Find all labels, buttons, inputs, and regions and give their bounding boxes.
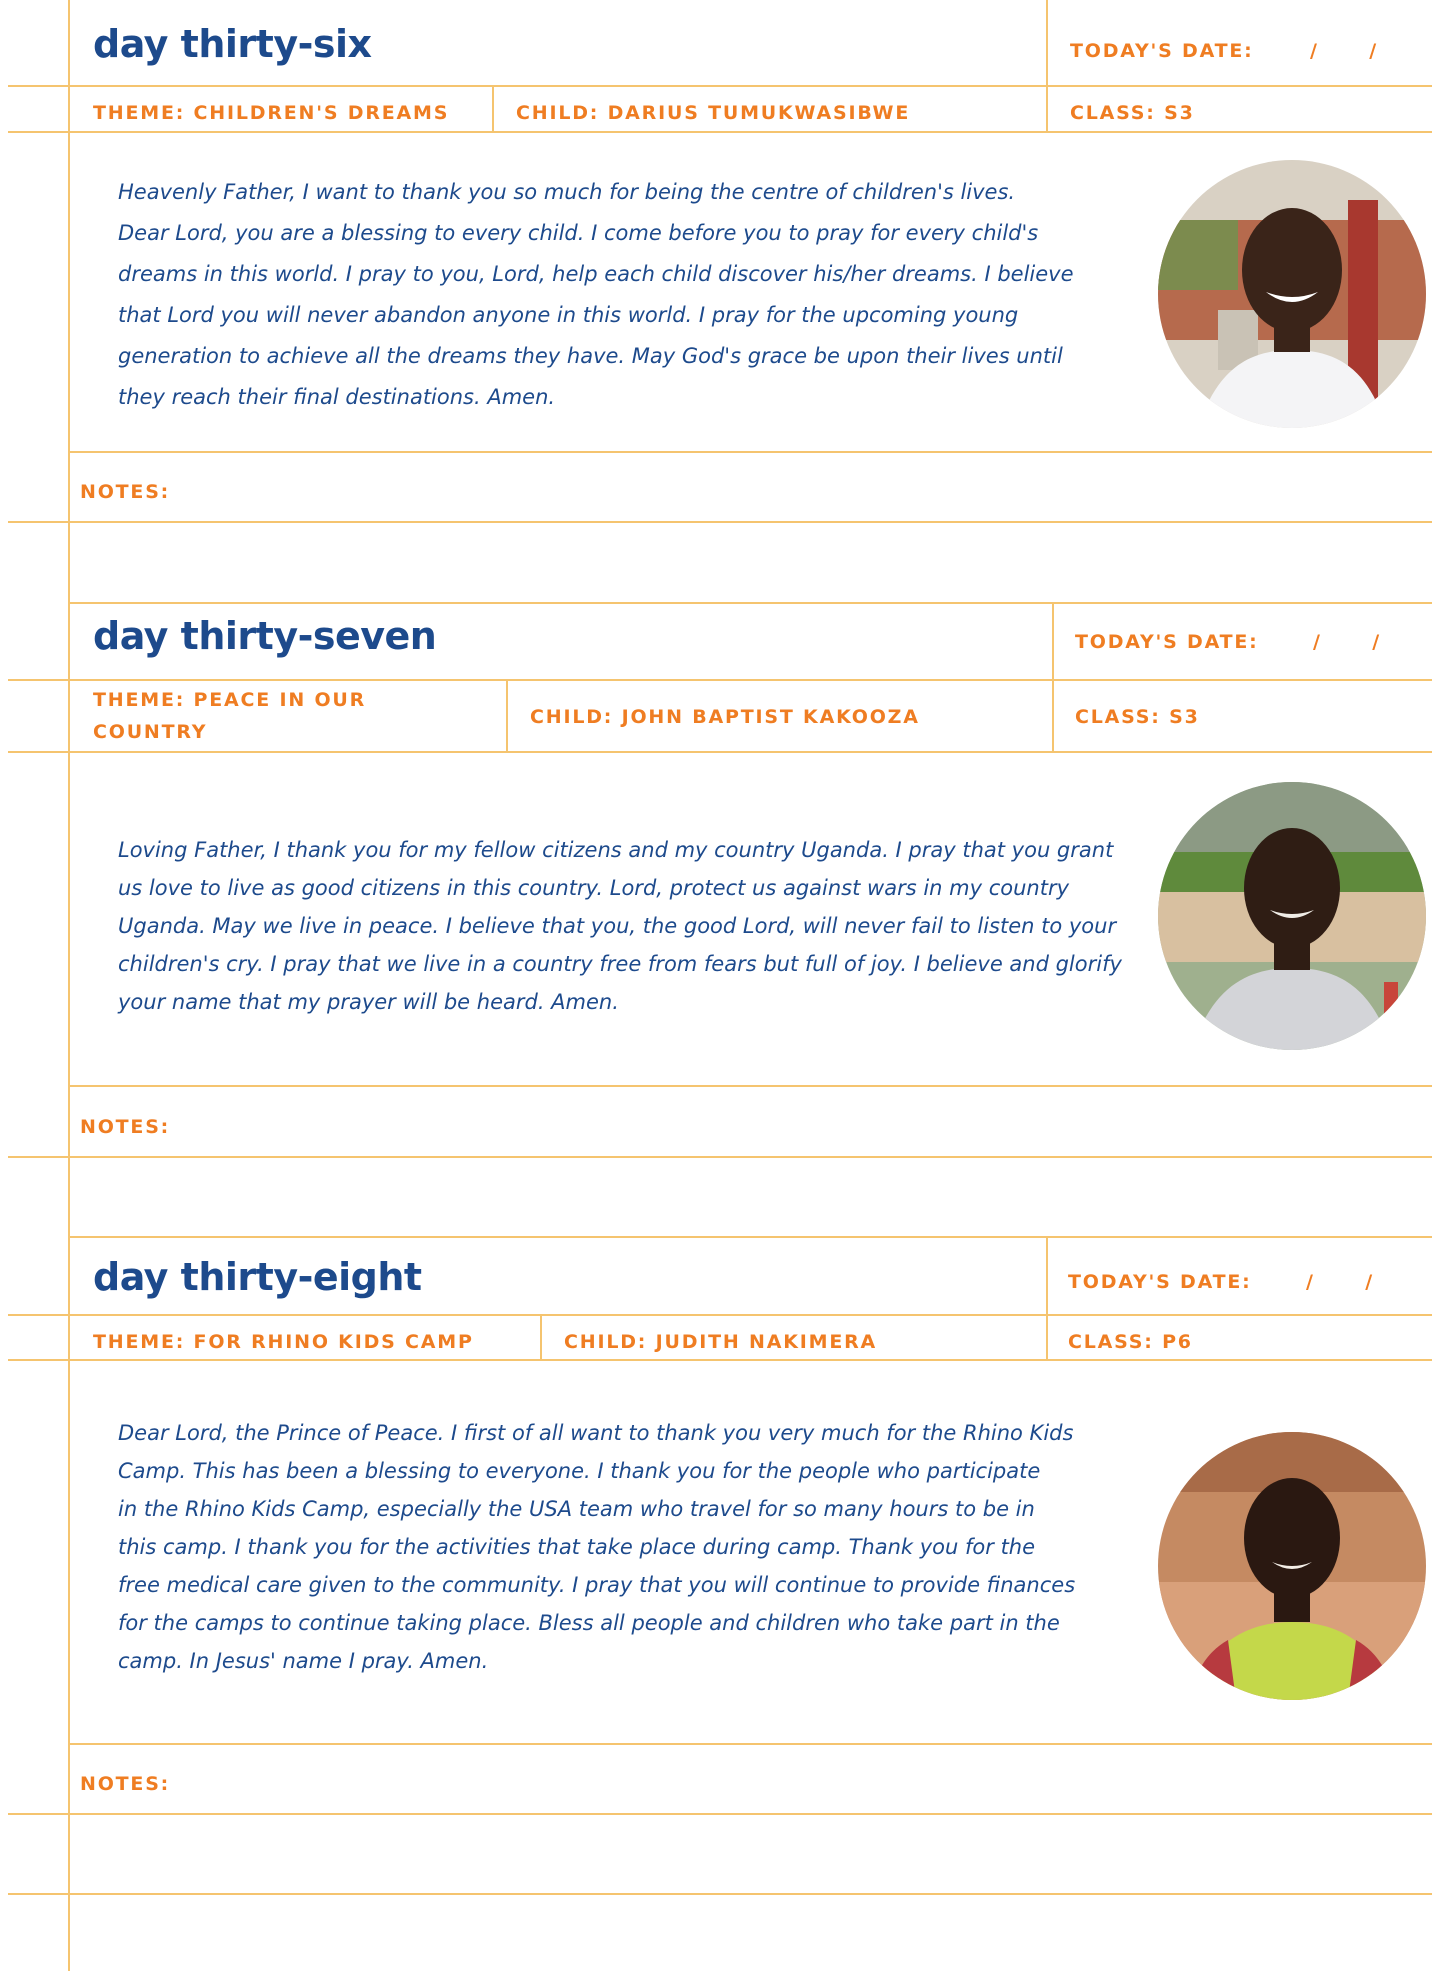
notes-rule [8,521,1432,523]
notes-top-rule [68,1085,1432,1087]
prayer-line: this camp. I thank you for the activitie… [118,1535,1036,1559]
theme-divider [540,1315,542,1360]
child-label: CHILD: JOHN BAPTIST KAKOOZA [530,706,920,728]
theme-divider [492,86,494,132]
prayer-line: Dear Lord, you are a blessing to every c… [118,221,1039,245]
prayer-line: dreams in this world. I pray to you, Lor… [118,262,1074,286]
header-rule [8,679,1432,681]
prayer-line: us love to live as good citizens in this… [118,876,1070,900]
prayer-line: for the camps to continue taking place. … [118,1611,1060,1635]
notes-label: NOTES: [80,1773,171,1795]
class-label: CLASS: S3 [1075,706,1200,728]
date-slashes: / / [1310,40,1378,62]
prayer-line: Dear Lord, the Prince of Peace. I first … [118,1421,1074,1445]
date-label: TODAY'S DATE: [1075,631,1259,653]
meta-rule [8,751,1432,753]
section-end-rule [68,1236,1432,1238]
theme-label: THEME: FOR RHINO KIDS CAMP [93,1331,474,1353]
prayer-line: Heavenly Father, I want to thank you so … [118,180,1016,204]
notes-label: NOTES: [80,1116,171,1138]
class-label: CLASS: S3 [1070,102,1195,124]
child-photo [1158,1432,1426,1700]
prayer-line: camp. In Jesus' name I pray. Amen. [118,1649,489,1673]
header-divider [1052,604,1054,752]
theme-label: THEME: CHILDREN'S DREAMS [93,102,450,124]
meta-rule [8,131,1432,133]
prayer-line: Uganda. May we live in peace. I believe … [118,914,1117,938]
prayer-line: Loving Father, I thank you for my fellow… [118,838,1114,862]
prayer-line: your name that my prayer will be heard. … [118,990,619,1014]
header-rule [8,85,1432,87]
date-slashes: / / [1306,1271,1374,1293]
bottom-rule [8,1893,1432,1895]
entry-title: day thirty-six [93,22,372,66]
date-label: TODAY'S DATE: [1070,40,1254,62]
header-divider [1046,1238,1048,1360]
notes-rule [8,1813,1432,1815]
prayer-line: that Lord you will never abandon anyone … [118,303,1019,327]
notes-top-rule [68,1743,1432,1745]
prayer-line: generation to achieve all the dreams the… [118,344,1063,368]
theme-divider [506,680,508,752]
notes-label: NOTES: [80,481,171,503]
child-label: CHILD: DARIUS TUMUKWASIBWE [516,102,911,124]
prayer-line: they reach their final destinations. Ame… [118,385,556,409]
header-divider [1046,0,1048,132]
header-rule [8,1314,1432,1316]
prayer-line: children's cry. I pray that we live in a… [118,952,1122,976]
section-end-rule [68,602,1432,604]
meta-rule [8,1359,1432,1361]
date-slashes: / / [1313,631,1381,653]
child-photo [1158,160,1426,428]
left-margin-rule [68,0,70,1971]
prayer-line: Camp. This has been a blessing to everyo… [118,1459,1041,1483]
class-label: CLASS: P6 [1068,1331,1193,1353]
child-photo [1158,782,1426,1050]
notes-top-rule [68,451,1432,453]
entry-title: day thirty-eight [93,1255,422,1299]
notes-rule [8,1156,1432,1158]
child-label: CHILD: JUDITH NAKIMERA [564,1331,878,1353]
date-label: TODAY'S DATE: [1068,1271,1252,1293]
entry-title: day thirty-seven [93,614,437,658]
theme-label: THEME: PEACE IN OUR COUNTRY [93,689,367,743]
prayer-line: in the Rhino Kids Camp, especially the U… [118,1497,1035,1521]
prayer-line: free medical care given to the community… [118,1573,1076,1597]
